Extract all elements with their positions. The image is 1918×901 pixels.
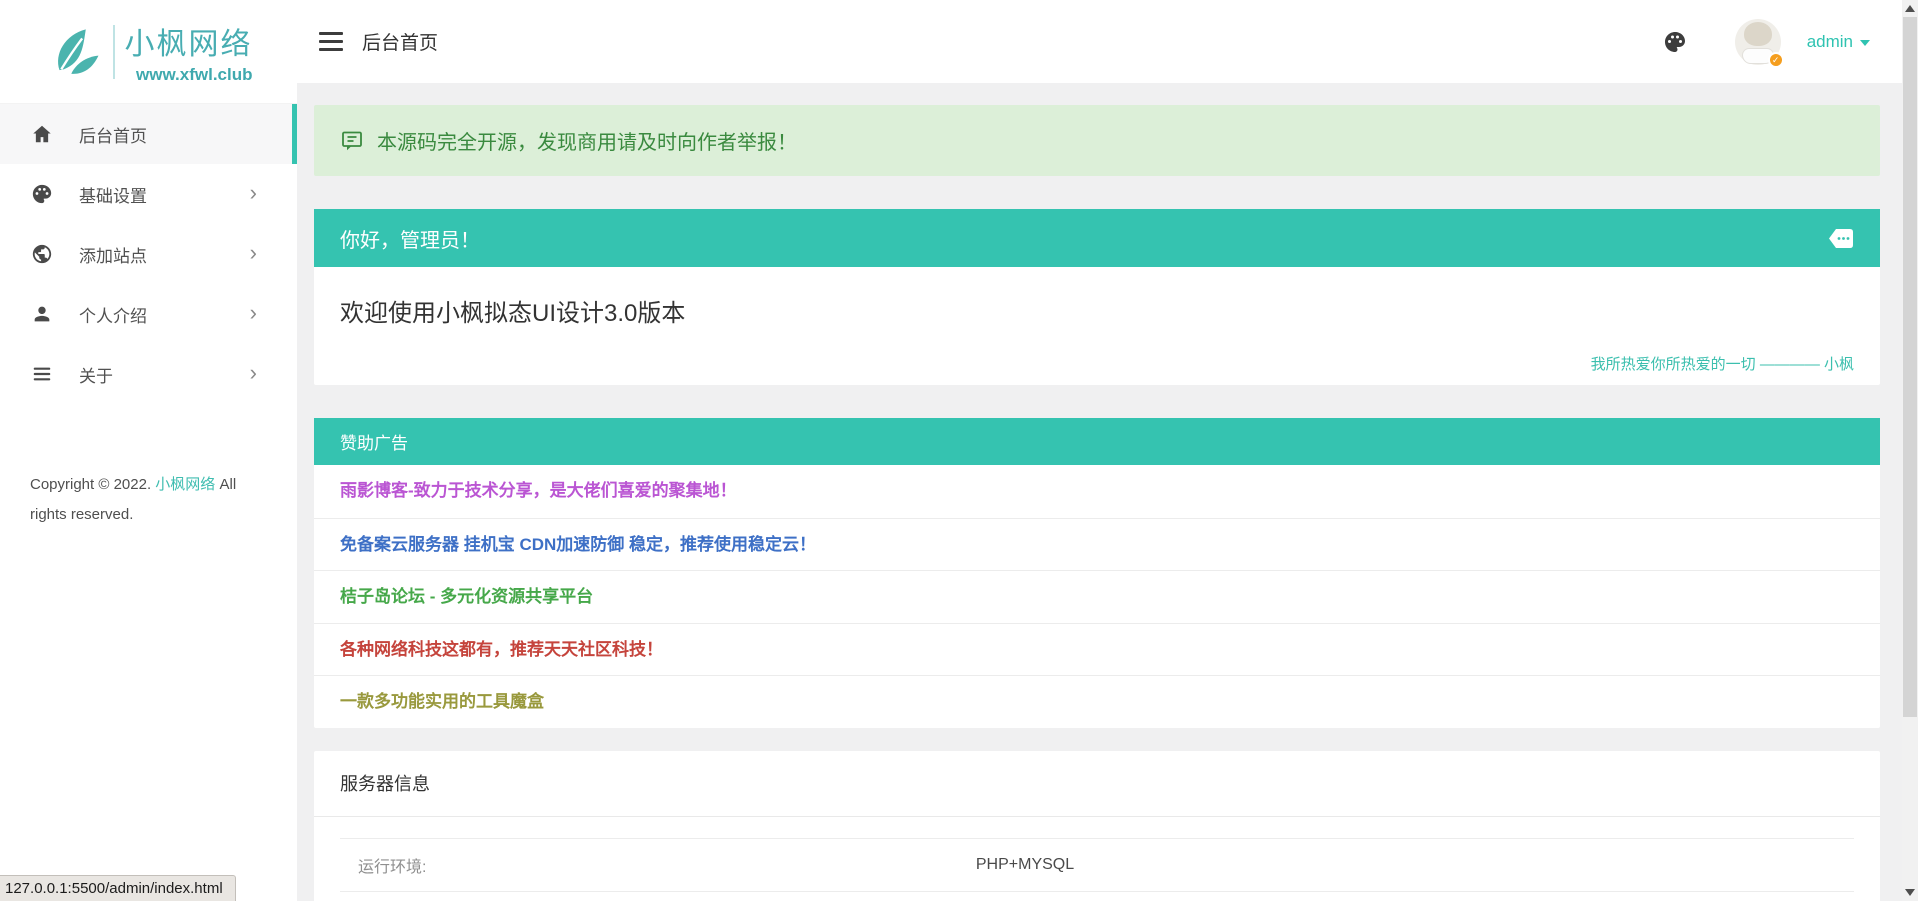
server-info-table: 运行环境: PHP+MYSQL: [340, 838, 1854, 892]
ad-link[interactable]: 桔子岛论坛 - 多元化资源共享平台: [314, 570, 1880, 623]
person-icon: [31, 303, 53, 325]
comment-icon: [340, 129, 364, 153]
list-icon: [31, 363, 53, 385]
welcome-quote: 我所热爱你所热爱的一切 ———— 小枫: [1591, 353, 1854, 374]
sidebar-nav: 后台首页 基础设置 › 添加站点 ›: [0, 104, 297, 404]
globe-icon: [31, 243, 53, 265]
admin-dropdown[interactable]: admin: [1807, 32, 1870, 52]
vertical-scrollbar[interactable]: [1902, 0, 1918, 901]
logo-divider: [113, 25, 115, 79]
sidebar: 小枫网络 www.xfwl.club 后台首页: [0, 0, 297, 901]
sidebar-item-label: 关于: [79, 362, 113, 387]
open-source-alert: 本源码完全开源，发现商用请及时向作者举报！: [314, 105, 1880, 176]
sidebar-item-basic-settings[interactable]: 基础设置 ›: [0, 164, 297, 224]
avatar[interactable]: ✓: [1735, 19, 1781, 65]
chevron-right-icon: ›: [250, 182, 257, 204]
sidebar-item-label: 个人介绍: [79, 302, 147, 327]
server-info-card: 服务器信息 运行环境: PHP+MYSQL: [314, 751, 1880, 901]
chevron-right-icon: ›: [250, 302, 257, 324]
copyright-prefix: Copyright © 2022.: [30, 476, 155, 493]
scroll-up-arrow-icon[interactable]: [1905, 5, 1915, 12]
sidebar-item-profile[interactable]: 个人介绍 ›: [0, 284, 297, 344]
chevron-right-icon: ›: [250, 362, 257, 384]
topbar: 后台首页 ✓ admin: [297, 0, 1902, 83]
ad-link[interactable]: 雨影博客-致力于技术分享，是大佬们喜爱的聚集地！: [314, 465, 1880, 518]
ads-header: 赞助广告: [314, 418, 1880, 465]
welcome-message: 欢迎使用小枫拟态UI设计3.0版本: [340, 293, 685, 328]
brand-name: 小枫网络: [125, 19, 253, 63]
sidebar-item-label: 后台首页: [79, 122, 147, 147]
copyright-brand[interactable]: 小枫网络: [155, 476, 215, 493]
sponsor-ads-card: 赞助广告 雨影博客-致力于技术分享，是大佬们喜爱的聚集地！ 免备案云服务器 挂机…: [314, 418, 1880, 728]
welcome-header: 你好，管理员！: [314, 209, 1880, 267]
sidebar-item-label: 基础设置: [79, 182, 147, 207]
sidebar-item-about[interactable]: 关于 ›: [0, 344, 297, 404]
logo: 小枫网络 www.xfwl.club: [0, 0, 297, 104]
home-icon: [31, 123, 53, 145]
scroll-down-arrow-icon[interactable]: [1905, 889, 1915, 896]
leaf-icon: [45, 23, 103, 81]
server-row-label: 运行环境:: [340, 838, 976, 891]
sidebar-item-label: 添加站点: [79, 242, 147, 267]
message-tag-icon[interactable]: [1828, 228, 1854, 249]
theme-palette-icon[interactable]: [1663, 30, 1687, 54]
sidebar-item-dashboard[interactable]: 后台首页: [0, 104, 297, 164]
chevron-right-icon: ›: [250, 242, 257, 264]
ad-link[interactable]: 各种网络科技这都有，推荐天天社区科技！: [314, 623, 1880, 676]
table-row: 运行环境: PHP+MYSQL: [340, 838, 1854, 891]
palette-icon: [31, 183, 53, 205]
copyright: Copyright © 2022. 小枫网络 All rights reserv…: [30, 470, 268, 530]
ad-link[interactable]: 一款多功能实用的工具魔盒: [314, 675, 1880, 728]
verified-badge-icon: ✓: [1768, 52, 1784, 68]
caret-down-icon: [1860, 40, 1870, 46]
username: admin: [1807, 32, 1853, 52]
sidebar-item-add-site[interactable]: 添加站点 ›: [0, 224, 297, 284]
ad-link[interactable]: 免备案云服务器 挂机宝 CDN加速防御 稳定，推荐使用稳定云！: [314, 518, 1880, 571]
welcome-greeting: 你好，管理员！: [340, 224, 480, 253]
main-content: 本源码完全开源，发现商用请及时向作者举报！ 你好，管理员！ 欢迎使用小枫拟态UI…: [297, 83, 1902, 901]
alert-text: 本源码完全开源，发现商用请及时向作者举报！: [377, 126, 797, 155]
status-url-tooltip: 127.0.0.1:5500/admin/index.html: [0, 875, 236, 901]
menu-icon[interactable]: [319, 32, 343, 51]
server-row-value: PHP+MYSQL: [976, 838, 1854, 891]
ads-header-label: 赞助广告: [340, 429, 408, 454]
server-info-header: 服务器信息: [314, 751, 1880, 817]
welcome-body: 欢迎使用小枫拟态UI设计3.0版本 我所热爱你所热爱的一切 ———— 小枫: [314, 267, 1880, 385]
welcome-card: 你好，管理员！ 欢迎使用小枫拟态UI设计3.0版本 我所热爱你所热爱的一切 ——…: [314, 209, 1880, 385]
page-title: 后台首页: [362, 28, 438, 55]
brand-domain: www.xfwl.club: [136, 65, 253, 85]
scrollbar-thumb[interactable]: [1903, 17, 1917, 717]
